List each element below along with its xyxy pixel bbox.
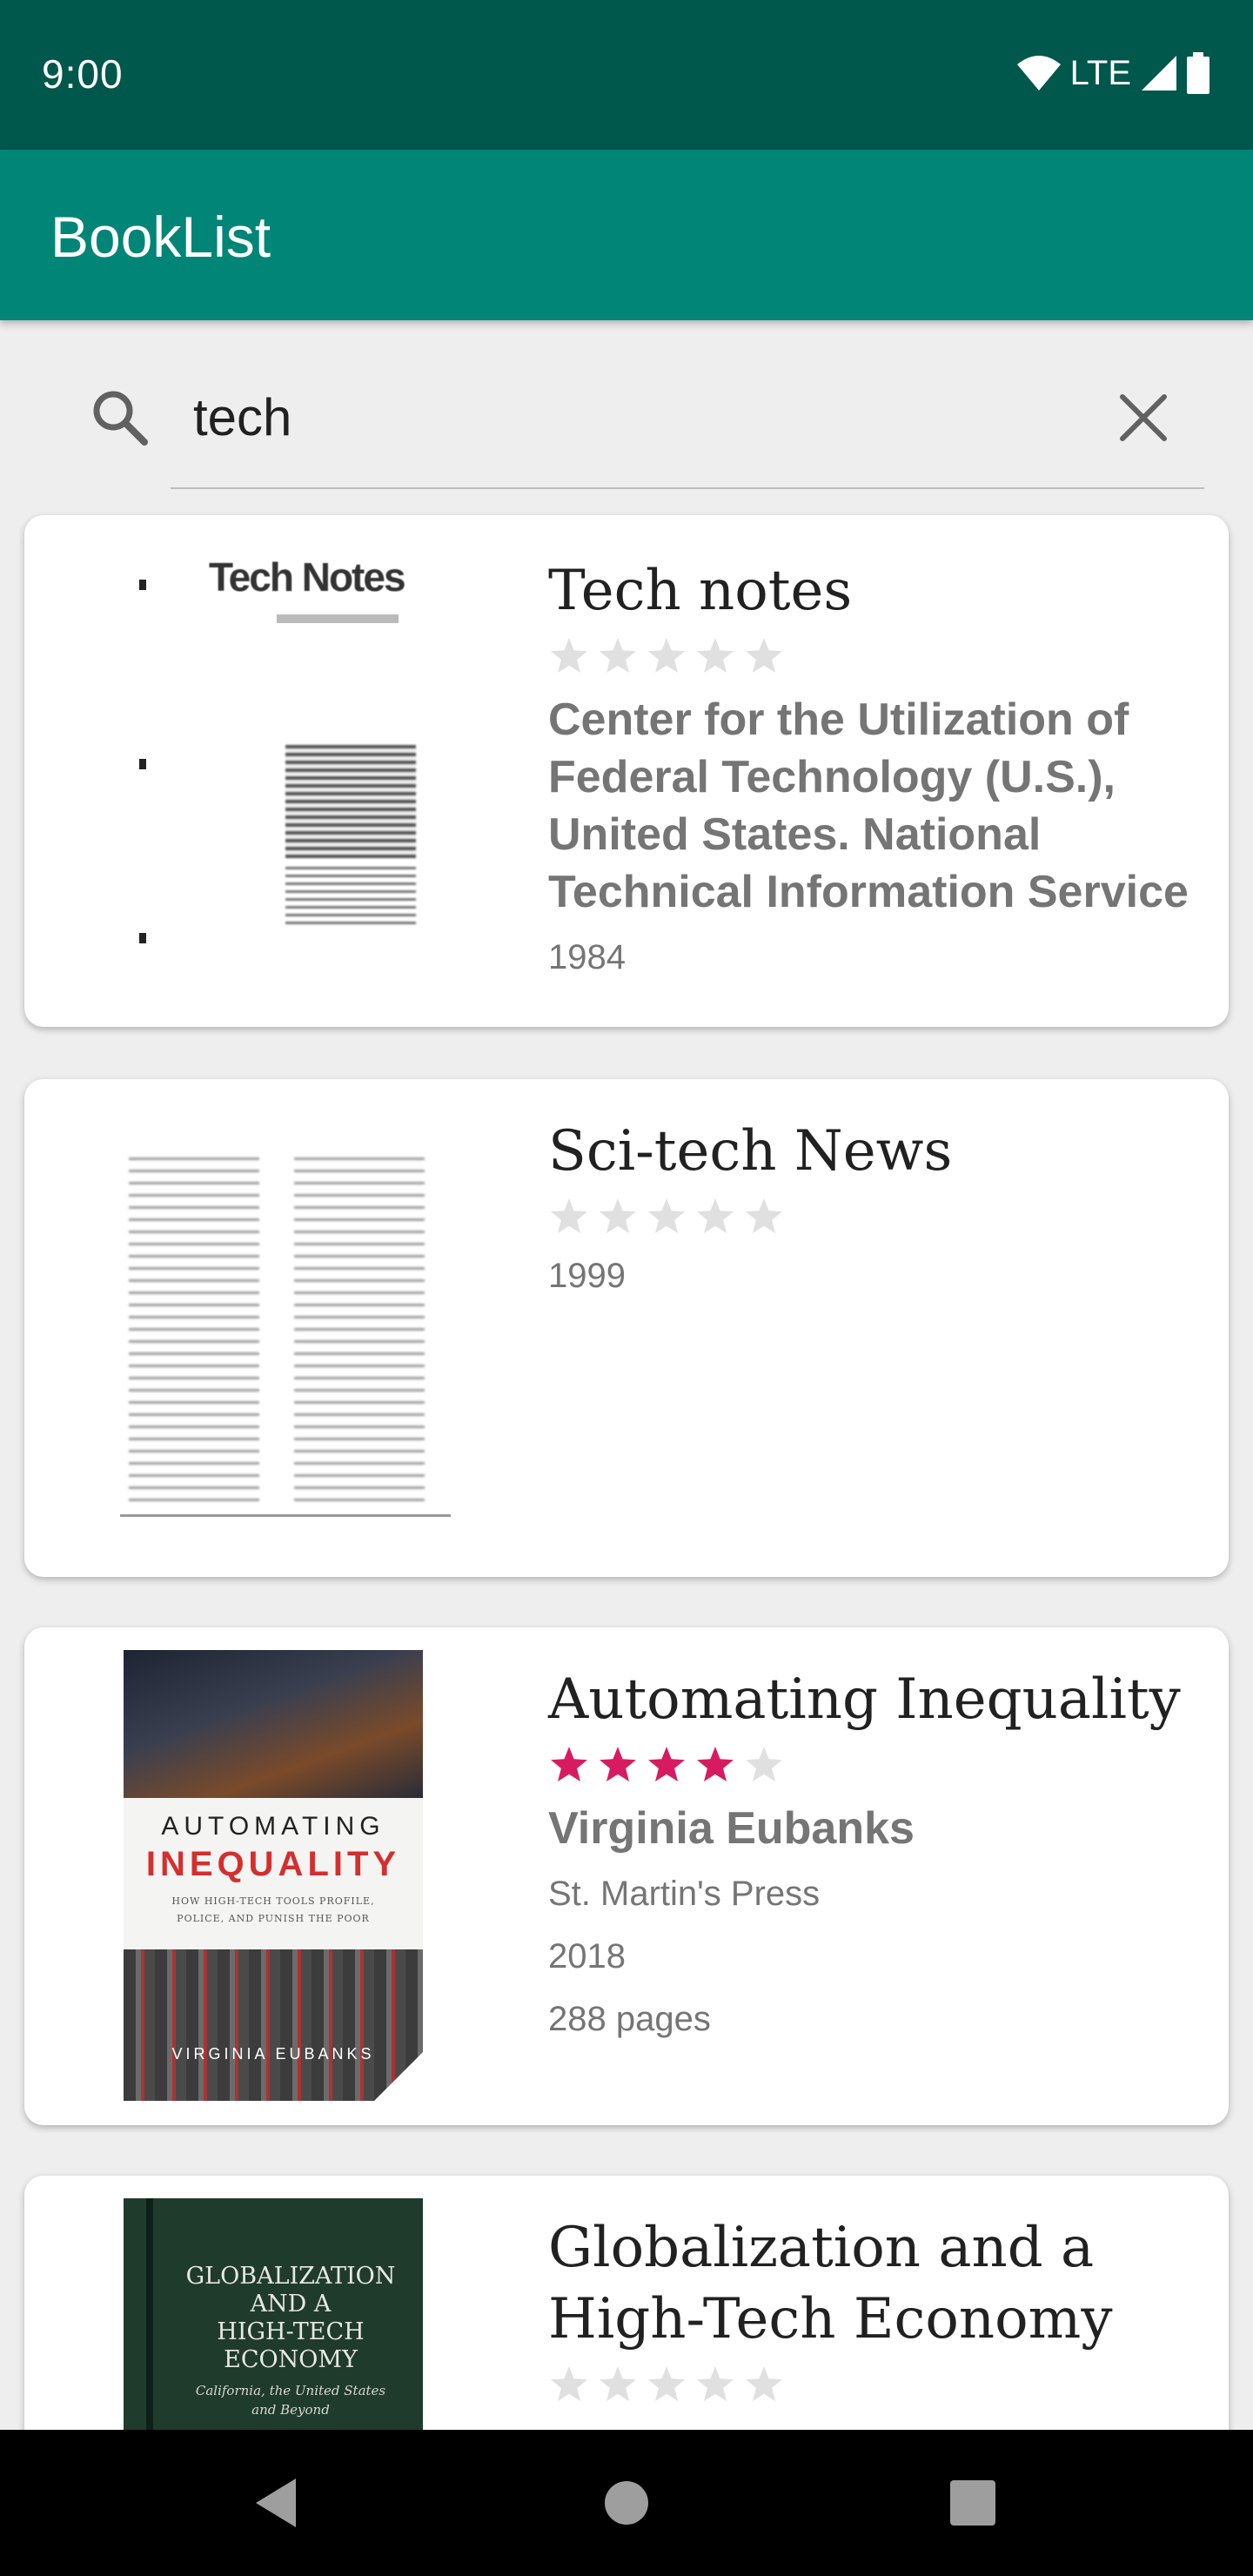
- book-pages: 288 pages: [548, 2000, 711, 2038]
- book-year: 1984: [548, 938, 626, 976]
- star-empty-icon: [600, 638, 636, 673]
- star-filled-icon: [551, 1747, 587, 1781]
- status-bar: 9:00 LTE: [0, 0, 1253, 150]
- star-filled-icon: [648, 1747, 685, 1781]
- book-title: Sci-tech News: [548, 1119, 953, 1184]
- cover-title-line2: INEQUALITY: [145, 1845, 401, 1883]
- status-icons: LTE: [1016, 52, 1211, 94]
- star-filled-icon: [697, 1747, 734, 1781]
- cover-text-block: [285, 867, 416, 928]
- star-empty-icon: [648, 2366, 685, 2401]
- book-info: Sci-tech News 1999: [548, 1116, 1211, 1307]
- app-title: BookList: [50, 205, 271, 269]
- book-title: Automating Inequality: [548, 1667, 1181, 1732]
- rating-stars: [548, 2362, 1211, 2407]
- book-publisher: St. Martin's Press: [548, 1875, 821, 1913]
- star-empty-icon: [600, 1198, 636, 1233]
- cover-title: Tech Notes: [209, 554, 406, 600]
- cover-page-curl: [374, 2052, 423, 2101]
- star-empty-icon: [551, 638, 587, 673]
- book-info: Automating Inequality Virginia Eubanks S…: [548, 1664, 1211, 2050]
- cover-subline: [277, 614, 399, 623]
- cover-subtitle-2: POLICE, AND PUNISH THE POOR: [177, 1913, 370, 1924]
- book-author: Virginia Eubanks: [548, 1803, 915, 1854]
- cover-subtitle-1: California, the United States: [195, 2383, 386, 2398]
- cover-dot: [139, 933, 146, 943]
- star-empty-icon: [697, 638, 734, 673]
- star-empty-icon: [697, 2366, 734, 2401]
- app-bar: BookList: [0, 150, 1253, 320]
- cell-signal-icon: [1142, 56, 1176, 91]
- rating-stars: [548, 634, 1211, 679]
- status-time: 9:00: [42, 51, 124, 97]
- book-card[interactable]: AUTOMATING INEQUALITY HOW HIGH-TECH TOOL…: [24, 1627, 1229, 2125]
- book-year: 2018: [548, 1937, 626, 1976]
- cover-title-line3: HIGH-TECH: [217, 2318, 365, 2345]
- cover-photo-top: [124, 1650, 423, 1798]
- close-icon[interactable]: [1109, 383, 1178, 453]
- network-type-label: LTE: [1069, 53, 1131, 92]
- search-input[interactable]: [193, 385, 1046, 449]
- cover-subtitle-2: and Beyond: [251, 2402, 330, 2418]
- navigation-bar: [0, 2430, 1253, 2576]
- battery-icon: [1187, 52, 1209, 94]
- back-triangle-icon[interactable]: [244, 2468, 313, 2538]
- book-card[interactable]: Tech Notes Tech notes Center for the Uti…: [24, 515, 1229, 1027]
- star-empty-icon: [746, 2366, 782, 2401]
- book-cover: Tech Notes: [111, 536, 468, 1001]
- star-empty-icon: [746, 1747, 782, 1781]
- cover-title-line2: AND A: [250, 2291, 332, 2318]
- book-card[interactable]: Sci-tech News 1999: [24, 1079, 1229, 1577]
- star-empty-icon: [551, 2366, 587, 2401]
- search-underline: [171, 487, 1204, 489]
- book-title: Tech notes: [548, 559, 853, 623]
- book-info: Globalization and a High-Tech Economy: [548, 2212, 1211, 2407]
- star-empty-icon: [648, 1198, 685, 1233]
- search-icon: [93, 391, 148, 446]
- star-empty-icon: [746, 1198, 782, 1233]
- book-info: Tech notes Center for the Utilization of…: [548, 555, 1211, 989]
- cover-dot: [139, 580, 146, 590]
- star-empty-icon: [600, 2366, 636, 2401]
- rating-stars: [548, 1194, 1211, 1239]
- cover-title-line4: ECONOMY: [224, 2346, 358, 2373]
- home-circle-icon[interactable]: [592, 2468, 661, 2538]
- cover-column: [294, 1157, 425, 1506]
- book-author: Center for the Utilization of Federal Te…: [548, 694, 1189, 917]
- star-empty-icon: [551, 1198, 587, 1233]
- star-filled-icon: [600, 1747, 636, 1781]
- recents-square-icon[interactable]: [938, 2468, 1008, 2538]
- cover-title-line1: GLOBALIZATION: [185, 2263, 396, 2290]
- wifi-icon: [1016, 56, 1061, 91]
- star-empty-icon: [746, 638, 782, 673]
- cover-column: [129, 1157, 259, 1506]
- cover-text-block: [285, 745, 416, 858]
- book-cover: [103, 1131, 468, 1540]
- rating-stars: [548, 1742, 1211, 1788]
- book-cover: AUTOMATING INEQUALITY HOW HIGH-TECH TOOL…: [124, 1650, 423, 2101]
- book-year: 1999: [548, 1257, 626, 1295]
- book-title: Globalization and a High-Tech Economy: [548, 2216, 1113, 2351]
- cover-dot: [139, 759, 146, 769]
- search-bar: [0, 320, 1253, 494]
- cover-subtitle-1: HOW HIGH-TECH TOOLS PROFILE,: [171, 1895, 375, 1907]
- cover-rule: [120, 1514, 451, 1517]
- star-empty-icon: [648, 638, 685, 673]
- star-empty-icon: [697, 1198, 734, 1233]
- cover-title-line1: AUTOMATING: [161, 1812, 385, 1841]
